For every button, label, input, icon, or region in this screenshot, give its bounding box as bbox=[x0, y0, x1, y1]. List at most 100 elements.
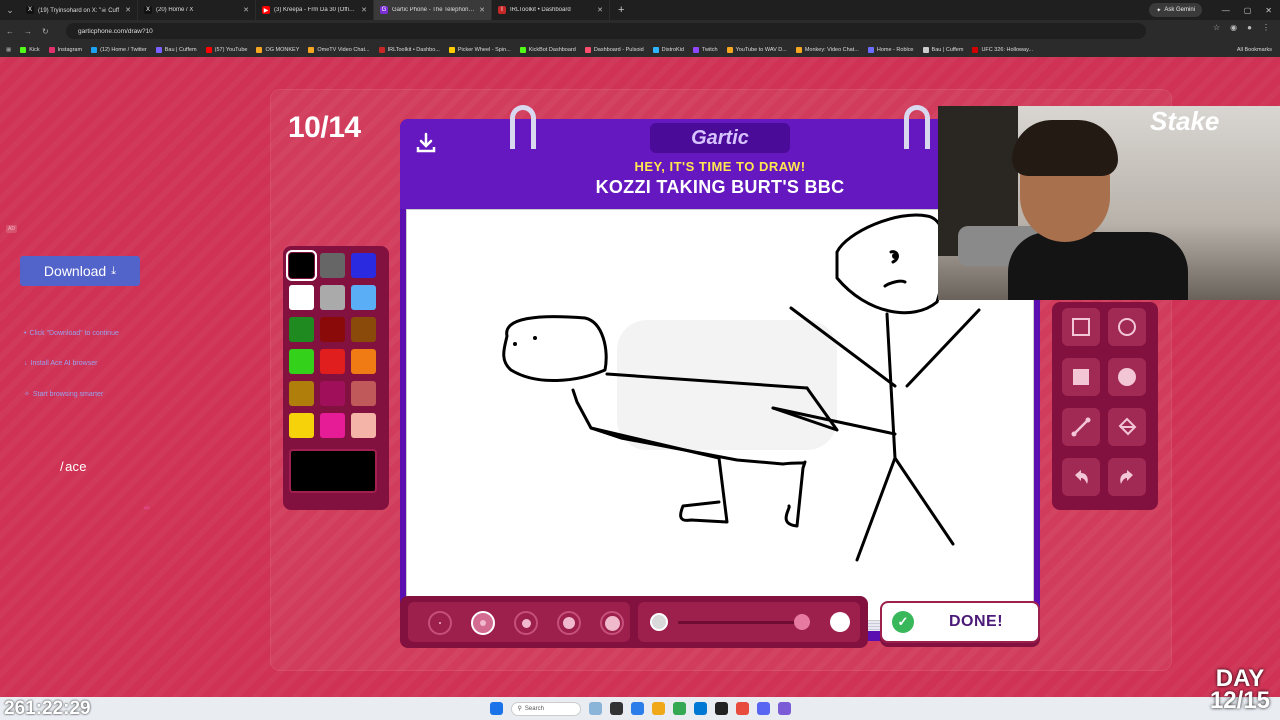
edge-icon[interactable] bbox=[630, 702, 644, 715]
bookmark-item[interactable]: IRLToolkit • Dashbo... bbox=[378, 46, 440, 53]
color-swatch[interactable] bbox=[320, 253, 345, 278]
app-icon[interactable] bbox=[777, 702, 791, 715]
rectangle-outline-tool[interactable] bbox=[1062, 308, 1100, 346]
discord-icon[interactable] bbox=[756, 702, 770, 715]
maximize-icon[interactable]: ▢ bbox=[1244, 6, 1252, 15]
opacity-slider-knob[interactable] bbox=[793, 614, 810, 630]
bookmark-item[interactable]: Bau | Cuffem bbox=[922, 46, 963, 53]
star-icon[interactable]: ☆ bbox=[1213, 23, 1220, 32]
bookmark-item[interactable]: Picker Wheel - Spin... bbox=[448, 46, 511, 53]
bookmark-item[interactable]: OG MONKEY bbox=[256, 46, 299, 53]
bookmark-item[interactable]: Home - Roblox bbox=[867, 46, 914, 53]
color-swatch[interactable] bbox=[320, 381, 345, 406]
bookmark-item[interactable]: YouTube to WAV D... bbox=[726, 46, 787, 53]
save-drawing-icon[interactable] bbox=[414, 131, 438, 155]
tab-close-icon[interactable]: ✕ bbox=[597, 6, 603, 14]
color-swatch[interactable] bbox=[289, 413, 314, 438]
store-icon[interactable] bbox=[693, 702, 707, 715]
bookmark-item[interactable]: KickBot Dashboard bbox=[519, 46, 576, 53]
undo-icon[interactable] bbox=[1062, 458, 1100, 496]
bookmark-item[interactable]: Bau | Cuffem bbox=[155, 46, 197, 53]
bookmark-favicon-icon bbox=[378, 46, 385, 53]
app-icon[interactable] bbox=[735, 702, 749, 715]
browser-tab[interactable]: X (19) Tryinsohard on X: "☠ Cuff ✕ bbox=[20, 0, 138, 20]
rectangle-fill-tool[interactable] bbox=[1062, 358, 1100, 396]
folder-icon[interactable] bbox=[651, 702, 665, 715]
forward-icon[interactable]: → bbox=[24, 27, 32, 36]
file-explorer-icon[interactable] bbox=[609, 702, 623, 715]
extension-icon[interactable]: ◉ bbox=[1230, 23, 1237, 32]
redo-icon[interactable] bbox=[1108, 458, 1146, 496]
done-button[interactable]: ✓ DONE! bbox=[880, 601, 1040, 643]
browser-tab[interactable]: I IRLToolkit • Dashboard ✕ bbox=[492, 0, 610, 20]
color-swatch[interactable] bbox=[320, 317, 345, 342]
tab-close-icon[interactable]: ✕ bbox=[479, 6, 485, 14]
address-bar[interactable]: garticphone.com/draw?10 bbox=[66, 23, 1146, 39]
current-color-preview[interactable] bbox=[289, 449, 377, 493]
color-swatch[interactable] bbox=[289, 317, 314, 342]
menu-icon[interactable]: ⋮ bbox=[1262, 23, 1270, 32]
ad-step[interactable]: ↓ Install Ace AI browser bbox=[24, 360, 97, 367]
color-swatch[interactable] bbox=[320, 285, 345, 310]
color-swatch[interactable] bbox=[320, 349, 345, 374]
color-swatch[interactable] bbox=[351, 349, 376, 374]
brush-size-button[interactable] bbox=[514, 611, 538, 635]
ellipse-outline-tool[interactable] bbox=[1108, 308, 1146, 346]
color-swatch[interactable] bbox=[351, 253, 376, 278]
bookmark-item[interactable]: Instagram bbox=[48, 46, 82, 53]
minimize-icon[interactable]: — bbox=[1222, 6, 1230, 15]
obs-icon[interactable] bbox=[714, 702, 728, 715]
ad-step[interactable]: ✧ Start browsing smarter bbox=[24, 390, 103, 399]
color-swatch[interactable] bbox=[289, 285, 314, 310]
color-swatch[interactable] bbox=[289, 349, 314, 374]
bookmark-item[interactable]: (12) Home / Twitter bbox=[91, 46, 147, 53]
color-swatch[interactable] bbox=[289, 381, 314, 406]
taskbar-search[interactable]: ⚲ Search bbox=[510, 701, 581, 716]
color-palette bbox=[283, 246, 389, 510]
chrome-icon[interactable] bbox=[672, 702, 686, 715]
windows-start-icon[interactable] bbox=[489, 702, 503, 715]
bookmark-item[interactable]: OmeTV Video Chat... bbox=[308, 46, 370, 53]
color-swatch[interactable] bbox=[351, 317, 376, 342]
color-swatch[interactable] bbox=[351, 285, 376, 310]
tab-close-icon[interactable]: ✕ bbox=[243, 6, 249, 14]
tab-close-icon[interactable]: ✕ bbox=[361, 6, 367, 14]
brush-size-button[interactable] bbox=[557, 611, 581, 635]
brush-size-button[interactable] bbox=[428, 611, 452, 635]
opacity-slider-track[interactable] bbox=[678, 621, 808, 624]
fill-bucket-tool[interactable] bbox=[1108, 408, 1146, 446]
color-swatch[interactable] bbox=[320, 413, 345, 438]
brush-size-button[interactable] bbox=[471, 611, 495, 635]
bookmark-item[interactable]: Dashboard - Pulsoid bbox=[584, 46, 644, 53]
all-bookmarks[interactable]: All Bookmarks bbox=[1230, 42, 1272, 57]
ad-step[interactable]: • Click "Download" to continue bbox=[24, 330, 119, 337]
bookmark-item[interactable]: (57) YouTube bbox=[205, 46, 247, 53]
bookmark-item[interactable]: UFC 326: Holloway... bbox=[972, 46, 1033, 53]
ellipse-fill-tool[interactable] bbox=[1108, 358, 1146, 396]
back-icon[interactable]: ← bbox=[6, 27, 14, 36]
apps-icon[interactable]: ▦ bbox=[6, 47, 11, 53]
bookmark-favicon-icon bbox=[867, 46, 874, 53]
browser-tab[interactable]: X (20) Home / X ✕ bbox=[138, 0, 256, 20]
bookmark-item[interactable]: Monkey: Video Chat... bbox=[795, 46, 859, 53]
color-swatch[interactable] bbox=[351, 413, 376, 438]
color-swatch[interactable] bbox=[351, 381, 376, 406]
tab-close-icon[interactable]: ✕ bbox=[125, 6, 131, 14]
bookmark-item[interactable]: Twitch bbox=[692, 46, 718, 53]
task-view-icon[interactable] bbox=[588, 702, 602, 715]
tab-search-icon[interactable]: ⌄ bbox=[0, 0, 20, 20]
bookmark-item[interactable]: DistroKid bbox=[652, 46, 684, 53]
profile-icon[interactable]: ● bbox=[1247, 23, 1252, 32]
color-swatch[interactable] bbox=[286, 250, 317, 281]
browser-tab[interactable]: ▶ (3) Kreepa - Frm Da 30 (Official ✕ bbox=[256, 0, 374, 20]
new-tab-button[interactable]: + bbox=[610, 4, 632, 16]
close-icon[interactable]: ✕ bbox=[1265, 6, 1272, 15]
reload-icon[interactable]: ↻ bbox=[42, 27, 49, 36]
ad-choices-icon[interactable]: AD bbox=[144, 505, 150, 510]
browser-tab[interactable]: G Gartic Phone - The Telephone G ✕ bbox=[374, 0, 492, 20]
bookmark-item[interactable]: Kick bbox=[20, 46, 40, 53]
ad-download-button[interactable]: Download ⤓ bbox=[20, 256, 140, 286]
ask-gemini-button[interactable]: ✦ Ask Gemini bbox=[1149, 3, 1202, 17]
line-tool[interactable] bbox=[1062, 408, 1100, 446]
brush-size-button[interactable] bbox=[600, 611, 624, 635]
